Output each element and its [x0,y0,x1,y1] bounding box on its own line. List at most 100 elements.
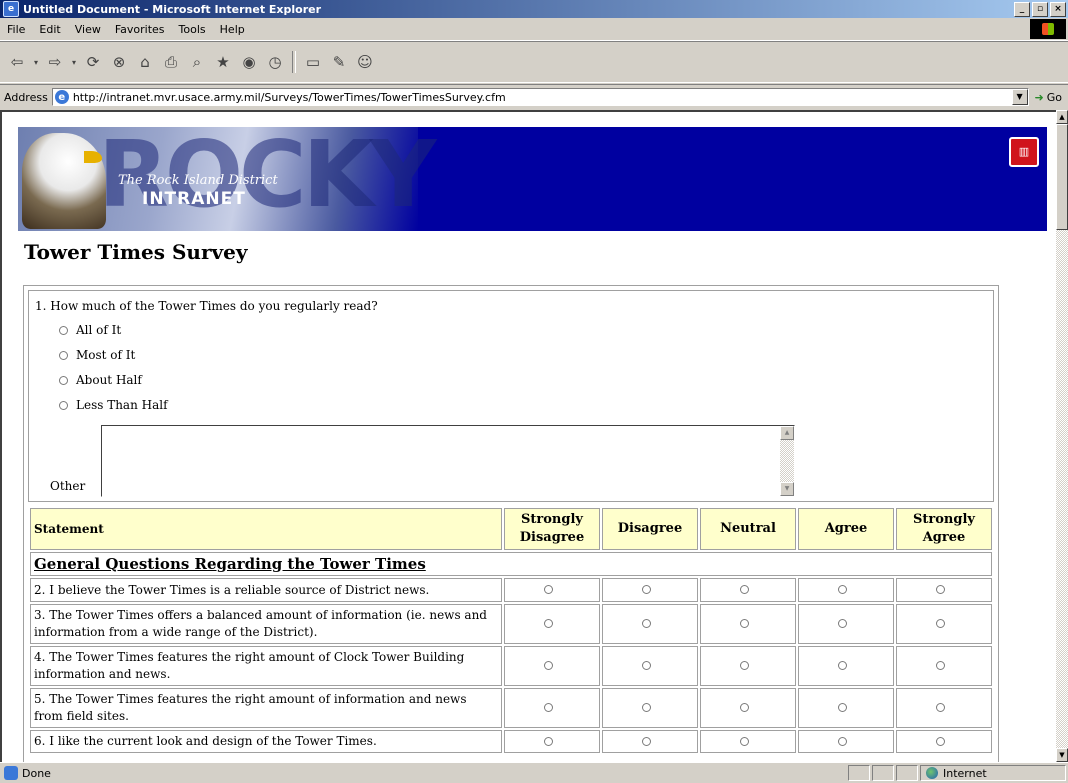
history-icon[interactable]: ◷ [264,51,286,73]
stop-icon[interactable]: ⊗ [108,51,130,73]
radio-agree[interactable] [837,703,847,712]
table-row: 4. The Tower Times features the right am… [30,646,992,686]
radio-agree[interactable] [837,619,847,628]
scroll-up-icon[interactable]: ▲ [780,426,794,440]
section-title: General Questions Regarding the Tower Ti… [30,552,992,576]
radio-neutral[interactable] [739,661,749,670]
favorites-icon[interactable]: ★ [212,51,234,73]
scroll-thumb[interactable] [1056,124,1068,230]
page-scrollbar[interactable]: ▲ ▼ [1056,110,1068,762]
other-textarea[interactable]: ▲ ▼ [101,425,795,497]
status-text: Done [22,766,51,780]
radio-neutral[interactable] [739,585,749,594]
radio-disagree[interactable] [641,703,651,712]
radio-disagree[interactable] [641,619,651,628]
search-icon[interactable]: ⌕ [186,51,208,73]
status-bar: Done Internet [0,762,1068,783]
menu-tools[interactable]: Tools [172,23,213,36]
radio-strongly-agree[interactable] [935,585,945,594]
status-pane [896,765,918,781]
radio-neutral[interactable] [739,619,749,628]
ie-icon: e [3,1,19,17]
scroll-down-icon[interactable]: ▼ [780,482,794,496]
forward-icon[interactable]: ⇨ [44,51,66,73]
close-button[interactable]: × [1050,2,1066,17]
option-less-than-half[interactable]: Less Than Half [59,398,168,412]
go-label: Go [1046,90,1062,104]
radio-button[interactable] [59,325,68,335]
forward-dropdown-icon[interactable]: ▾ [70,51,78,73]
table-row: 6. I like the current look and design of… [30,730,992,753]
radio-agree[interactable] [837,585,847,594]
header-disagree: Disagree [602,508,698,550]
radio-button[interactable] [59,350,68,360]
back-dropdown-icon[interactable]: ▾ [32,51,40,73]
radio-disagree[interactable] [641,736,651,746]
windows-logo-icon [1030,19,1066,39]
print-icon[interactable]: ⎙ [160,51,182,73]
banner-subtitle: The Rock Island District [118,173,278,188]
page-title: Tower Times Survey [24,240,248,264]
radio-disagree[interactable] [641,661,651,670]
radio-neutral[interactable] [739,703,749,712]
home-icon[interactable]: ⌂ [134,51,156,73]
radio-strongly-disagree[interactable] [543,703,553,712]
back-icon[interactable]: ⇦ [6,51,28,73]
statement-table: Statement Strongly Disagree Disagree Neu… [28,506,994,755]
radio-strongly-agree[interactable] [935,703,945,712]
radio-neutral[interactable] [739,736,749,746]
go-button[interactable]: ➜ Go [1035,91,1068,104]
minimize-button[interactable]: _ [1014,2,1030,17]
status-pane [872,765,894,781]
window-title-bar[interactable]: e Untitled Document - Microsoft Internet… [0,0,1068,18]
media-icon[interactable]: ◉ [238,51,260,73]
menu-edit[interactable]: Edit [32,23,67,36]
castle-logo-icon[interactable]: ▥ [1009,137,1039,167]
radio-strongly-agree[interactable] [935,661,945,670]
address-url[interactable]: http://intranet.mvr.usace.army.mil/Surve… [73,91,506,104]
radio-strongly-agree[interactable] [935,619,945,628]
table-row: 2. I believe the Tower Times is a reliab… [30,578,992,602]
question-1-text: 1. How much of the Tower Times do you re… [35,299,378,313]
textarea-scrollbar[interactable]: ▲ ▼ [780,426,794,496]
address-dropdown-icon[interactable]: ▼ [1011,89,1028,105]
statement-text: 5. The Tower Times features the right am… [30,688,502,728]
menu-help[interactable]: Help [213,23,252,36]
option-all-of-it[interactable]: All of It [59,323,121,337]
radio-strongly-agree[interactable] [935,736,945,746]
option-most-of-it[interactable]: Most of It [59,348,135,362]
toolbar: ⇦ ▾ ⇨ ▾ ⟳ ⊗ ⌂ ⎙ ⌕ ★ ◉ ◷ ▭ ✎ ☺ [0,41,1068,83]
radio-strongly-disagree[interactable] [543,736,553,746]
radio-agree[interactable] [837,661,847,670]
radio-agree[interactable] [837,736,847,746]
menu-bar: File Edit View Favorites Tools Help [0,18,1068,41]
header-neutral: Neutral [700,508,796,550]
messenger-icon[interactable]: ☺ [354,51,376,73]
menu-file[interactable]: File [0,23,32,36]
scroll-down-icon[interactable]: ▼ [1056,748,1068,762]
intranet-banner: ROCKY The Rock Island District INTRANET … [18,127,1047,231]
address-label: Address [4,90,48,104]
scroll-up-icon[interactable]: ▲ [1056,110,1068,124]
menu-view[interactable]: View [68,23,108,36]
radio-strongly-disagree[interactable] [543,585,553,594]
edit-icon[interactable]: ✎ [328,51,350,73]
radio-strongly-disagree[interactable] [543,619,553,628]
statement-text: 2. I believe the Tower Times is a reliab… [30,578,502,602]
address-input[interactable]: e http://intranet.mvr.usace.army.mil/Sur… [51,88,1029,106]
menu-favorites[interactable]: Favorites [108,23,172,36]
radio-button[interactable] [59,400,68,410]
banner-title: INTRANET [142,189,246,209]
page-status-icon [4,766,18,780]
other-label: Other [50,479,86,493]
restore-button[interactable]: ▫ [1032,2,1048,17]
eagle-image [22,133,106,229]
radio-button[interactable] [59,375,68,385]
header-strongly-disagree: Strongly Disagree [504,508,600,550]
option-about-half[interactable]: About Half [59,373,142,387]
radio-disagree[interactable] [641,585,651,594]
radio-strongly-disagree[interactable] [543,661,553,670]
refresh-icon[interactable]: ⟳ [82,51,104,73]
window-icon[interactable]: ▭ [302,51,324,73]
header-agree: Agree [798,508,894,550]
